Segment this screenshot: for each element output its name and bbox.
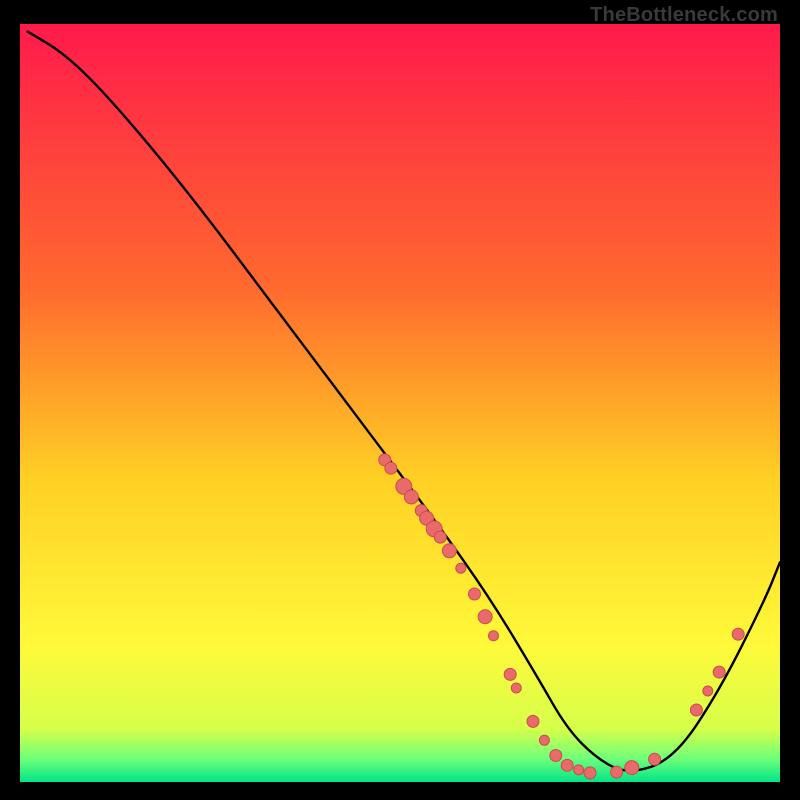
- highlight-point: [478, 610, 492, 624]
- highlight-point: [442, 544, 456, 558]
- highlight-point: [527, 715, 539, 727]
- highlight-point: [434, 531, 446, 543]
- highlight-point: [511, 683, 521, 693]
- highlight-point: [404, 490, 418, 504]
- highlight-point: [561, 759, 573, 771]
- highlight-point: [690, 704, 702, 716]
- highlight-point: [611, 766, 623, 778]
- highlight-point: [385, 462, 397, 474]
- highlight-point: [713, 666, 725, 678]
- chart-background: [20, 24, 780, 782]
- highlight-point: [504, 668, 516, 680]
- highlight-point: [703, 686, 713, 696]
- highlight-point: [574, 765, 584, 775]
- highlight-point: [649, 753, 661, 765]
- highlight-point: [732, 628, 744, 640]
- highlight-point: [456, 563, 466, 573]
- highlight-point: [550, 749, 562, 761]
- highlight-point: [584, 767, 596, 779]
- bottleneck-chart: [20, 24, 780, 782]
- chart-frame: [20, 24, 780, 782]
- highlight-point: [468, 588, 480, 600]
- highlight-point: [539, 735, 549, 745]
- highlight-point: [488, 631, 498, 641]
- highlight-point: [625, 761, 639, 775]
